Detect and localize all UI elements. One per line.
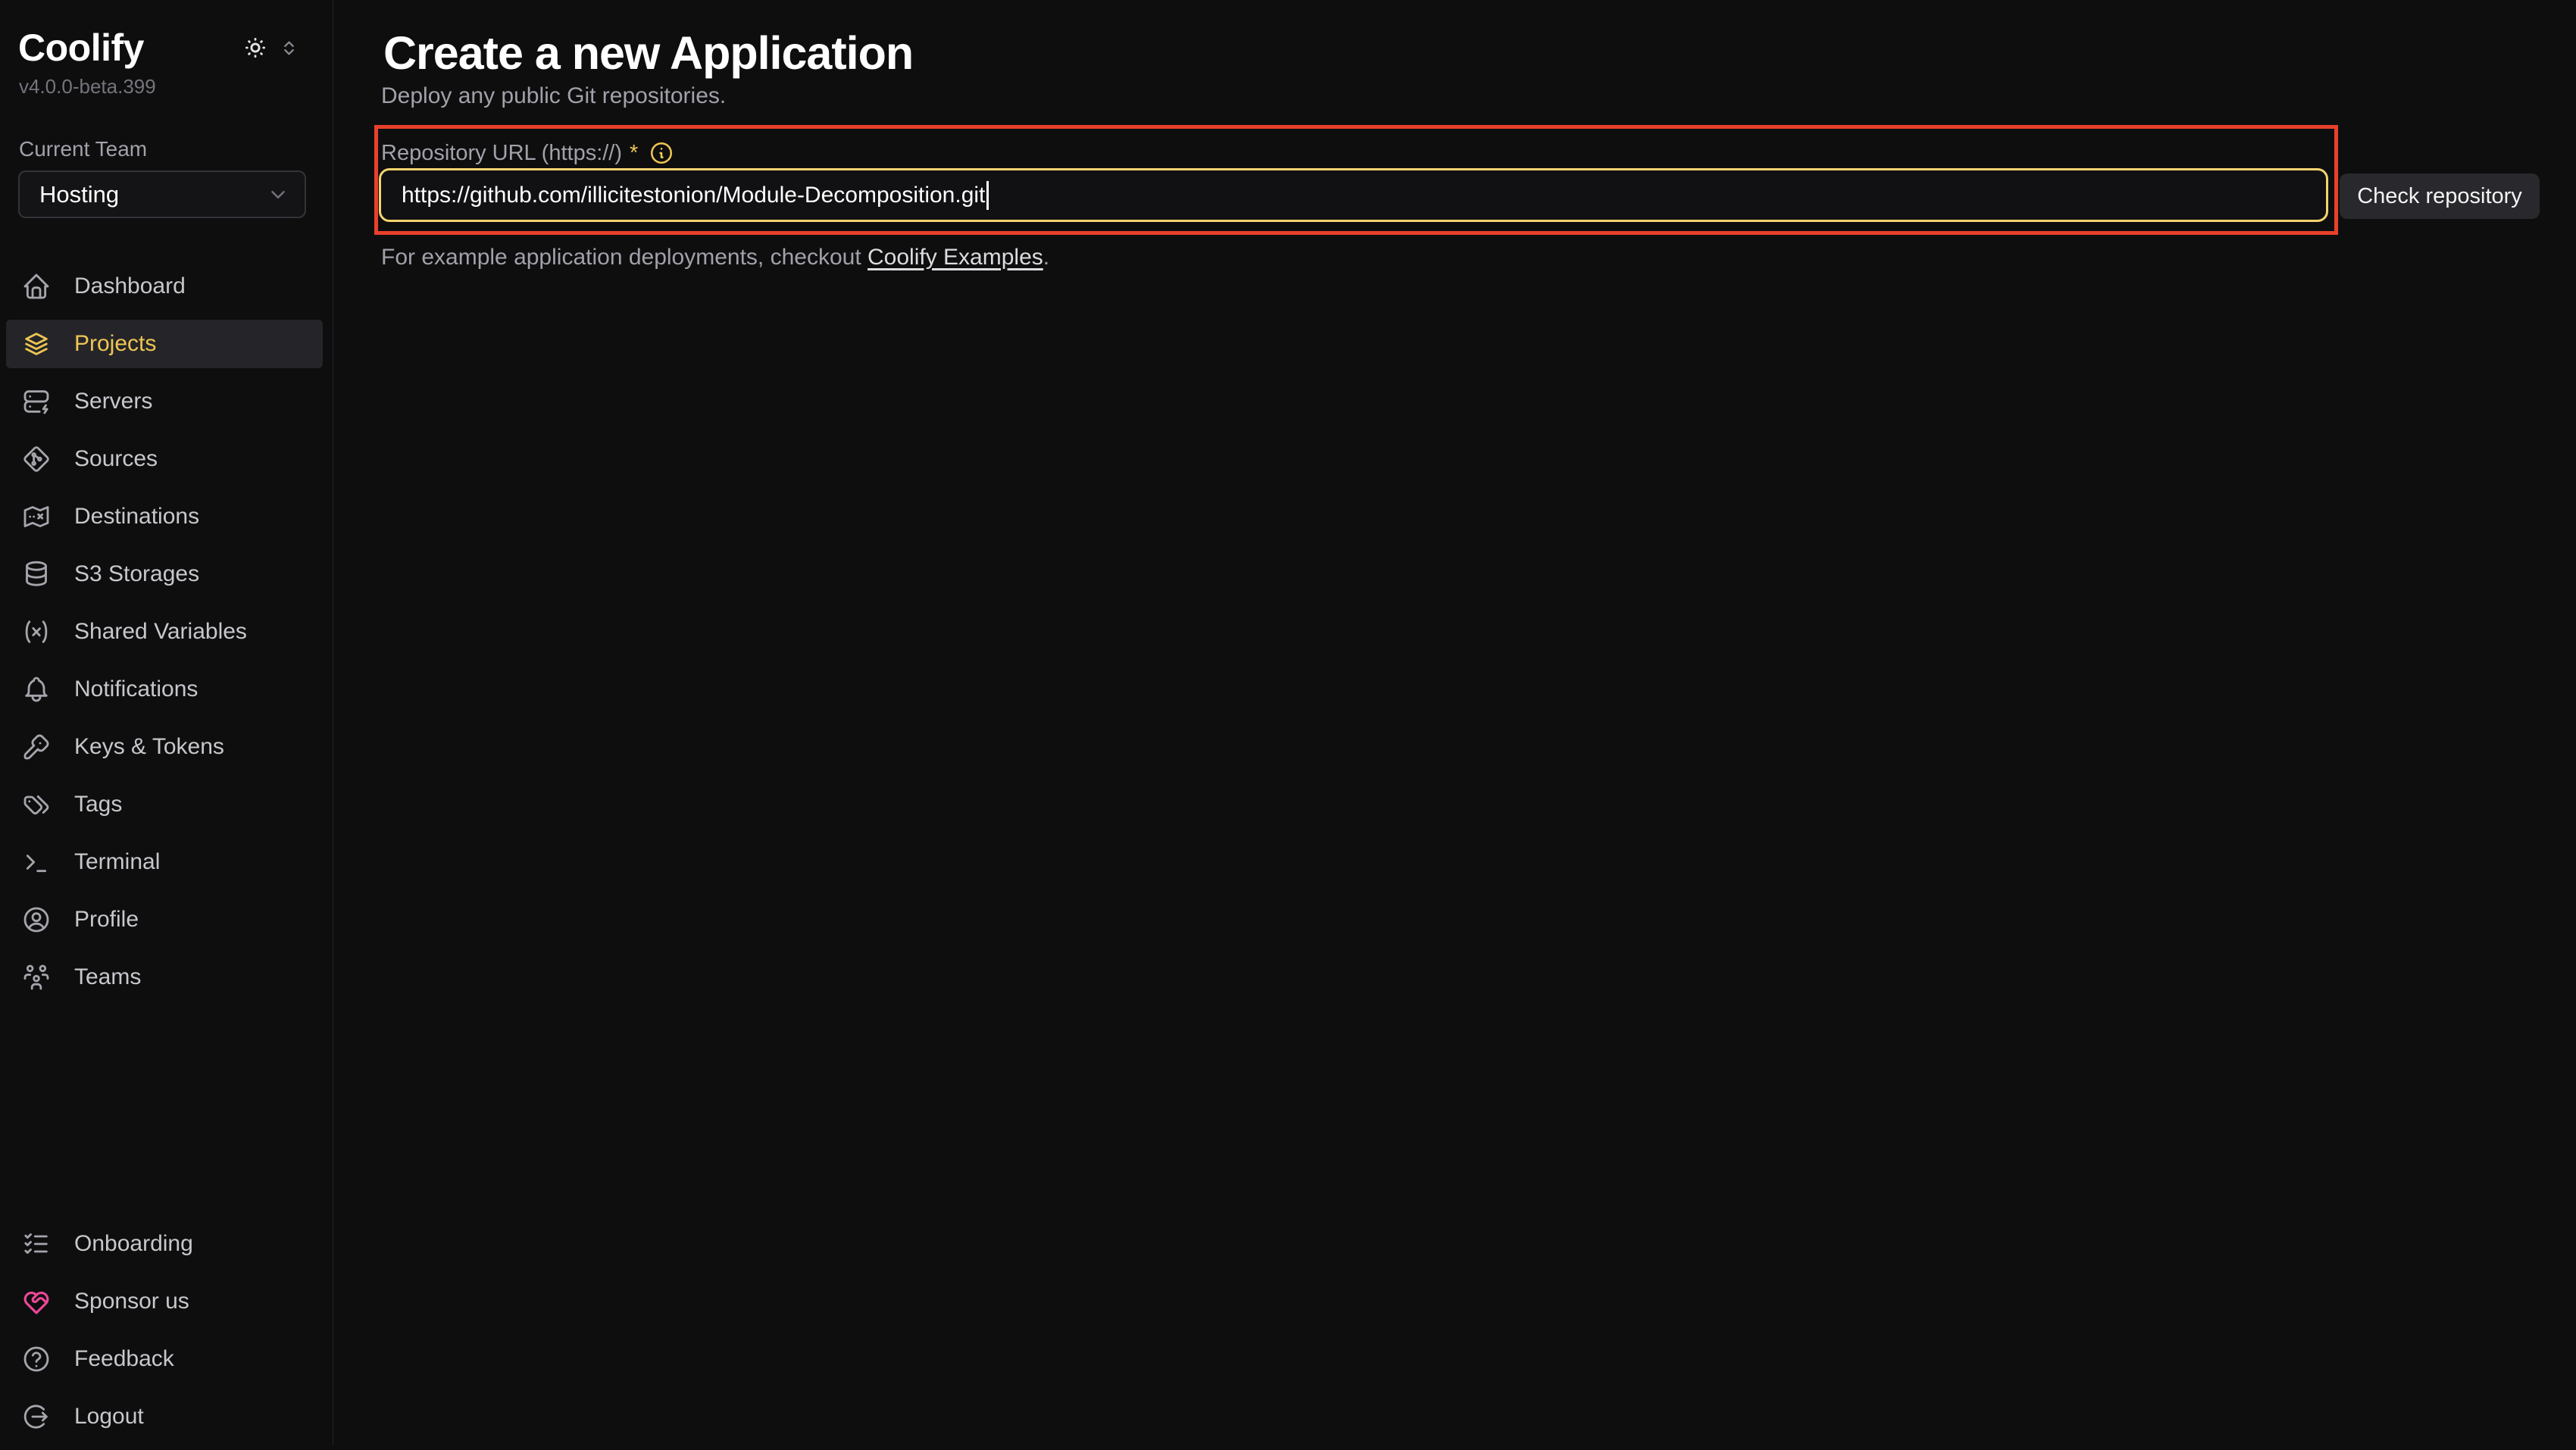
sidebar: Coolify v4.0.0-beta.399 Current Team Hos… — [0, 0, 333, 1445]
repository-url-label-text: Repository URL (https://) — [381, 141, 622, 166]
info-icon[interactable] — [649, 140, 674, 166]
sidebar-item-teams[interactable]: Teams — [6, 953, 323, 1002]
sidebar-item-label: Onboarding — [74, 1231, 193, 1257]
sidebar-item-sponsor-us[interactable]: Sponsor us — [6, 1277, 323, 1326]
check-repository-button[interactable]: Check repository — [2340, 173, 2540, 219]
terminal-icon — [21, 847, 52, 877]
bell-icon — [21, 674, 52, 705]
server-bolt-icon — [21, 386, 52, 417]
heart-handshake-icon — [21, 1286, 52, 1317]
sidebar-item-label: Sponsor us — [74, 1289, 189, 1314]
users-icon — [21, 962, 52, 992]
sidebar-item-label: Feedback — [74, 1346, 174, 1372]
sidebar-item-label: Logout — [74, 1404, 144, 1430]
sidebar-item-tags[interactable]: Tags — [6, 780, 323, 829]
logout-icon — [21, 1402, 52, 1432]
chevron-up-down-icon[interactable] — [280, 39, 299, 58]
sidebar-item-label: Servers — [74, 389, 152, 414]
required-asterisk: * — [630, 141, 638, 166]
app-logo[interactable]: Coolify — [18, 27, 144, 69]
sidebar-item-dashboard[interactable]: Dashboard — [6, 262, 323, 311]
database-icon — [21, 559, 52, 589]
sidebar-item-keys-tokens[interactable]: Keys & Tokens — [6, 723, 323, 771]
repository-url-value: https://github.com/illicitestonion/Modul… — [402, 183, 985, 208]
sidebar-item-sources[interactable]: Sources — [6, 435, 323, 483]
repository-url-input[interactable]: https://github.com/illicitestonion/Modul… — [379, 168, 2328, 222]
sidebar-item-label: Projects — [74, 331, 156, 357]
sidebar-item-profile[interactable]: Profile — [6, 895, 323, 944]
text-caret — [986, 181, 989, 210]
sidebar-item-label: S3 Storages — [74, 561, 199, 587]
sidebar-item-label: Keys & Tokens — [74, 734, 224, 760]
theme-sun-icon[interactable] — [242, 35, 268, 61]
user-circle-icon — [21, 905, 52, 935]
team-select[interactable]: Hosting — [18, 170, 306, 218]
sidebar-item-terminal[interactable]: Terminal — [6, 838, 323, 886]
home-icon — [21, 271, 52, 302]
tags-icon — [21, 789, 52, 820]
coolify-examples-link[interactable]: Coolify Examples — [868, 245, 1043, 270]
sidebar-item-label: Sources — [74, 446, 158, 472]
layers-icon — [21, 329, 52, 359]
help-circle-icon — [21, 1344, 52, 1374]
page-title: Create a new Application — [383, 30, 913, 77]
map-x-icon — [21, 502, 52, 532]
sidebar-item-label: Shared Variables — [74, 619, 247, 645]
sidebar-item-feedback[interactable]: Feedback — [6, 1335, 323, 1383]
helper-text: For example application deployments, che… — [381, 245, 1049, 270]
main-content: Create a new Application Deploy any publ… — [333, 0, 2576, 1445]
checklist-icon — [21, 1229, 52, 1259]
chevron-down-icon — [267, 183, 289, 206]
sidebar-item-label: Destinations — [74, 504, 199, 530]
app-version: v4.0.0-beta.399 — [19, 75, 156, 98]
sidebar-item-s3-storages[interactable]: S3 Storages — [6, 550, 323, 598]
sidebar-item-servers[interactable]: Servers — [6, 377, 323, 426]
sidebar-item-projects[interactable]: Projects — [6, 320, 323, 368]
sidebar-item-label: Profile — [74, 907, 139, 933]
helper-suffix: . — [1043, 245, 1049, 270]
sidebar-item-label: Notifications — [74, 677, 198, 702]
sidebar-item-logout[interactable]: Logout — [6, 1392, 323, 1441]
sidebar-item-label: Tags — [74, 792, 122, 817]
sidebar-item-destinations[interactable]: Destinations — [6, 492, 323, 541]
variable-icon — [21, 617, 52, 647]
git-diamond-icon — [21, 444, 52, 474]
check-repository-button-label: Check repository — [2357, 184, 2522, 209]
sidebar-nav: Dashboard Projects Servers — [6, 262, 323, 1011]
sidebar-item-label: Dashboard — [74, 273, 186, 299]
sidebar-item-onboarding[interactable]: Onboarding — [6, 1220, 323, 1268]
key-icon — [21, 732, 52, 762]
repository-url-label: Repository URL (https://) * — [381, 140, 674, 166]
sidebar-item-notifications[interactable]: Notifications — [6, 665, 323, 714]
sidebar-bottom-nav: Onboarding Sponsor us Feedback — [6, 1220, 323, 1450]
sidebar-item-label: Teams — [74, 964, 141, 990]
helper-prefix: For example application deployments, che… — [381, 245, 868, 270]
team-select-value: Hosting — [39, 181, 119, 208]
current-team-label: Current Team — [19, 137, 147, 161]
sidebar-item-shared-variables[interactable]: Shared Variables — [6, 608, 323, 656]
page-subtitle: Deploy any public Git repositories. — [381, 83, 726, 109]
sidebar-item-label: Terminal — [74, 849, 160, 875]
